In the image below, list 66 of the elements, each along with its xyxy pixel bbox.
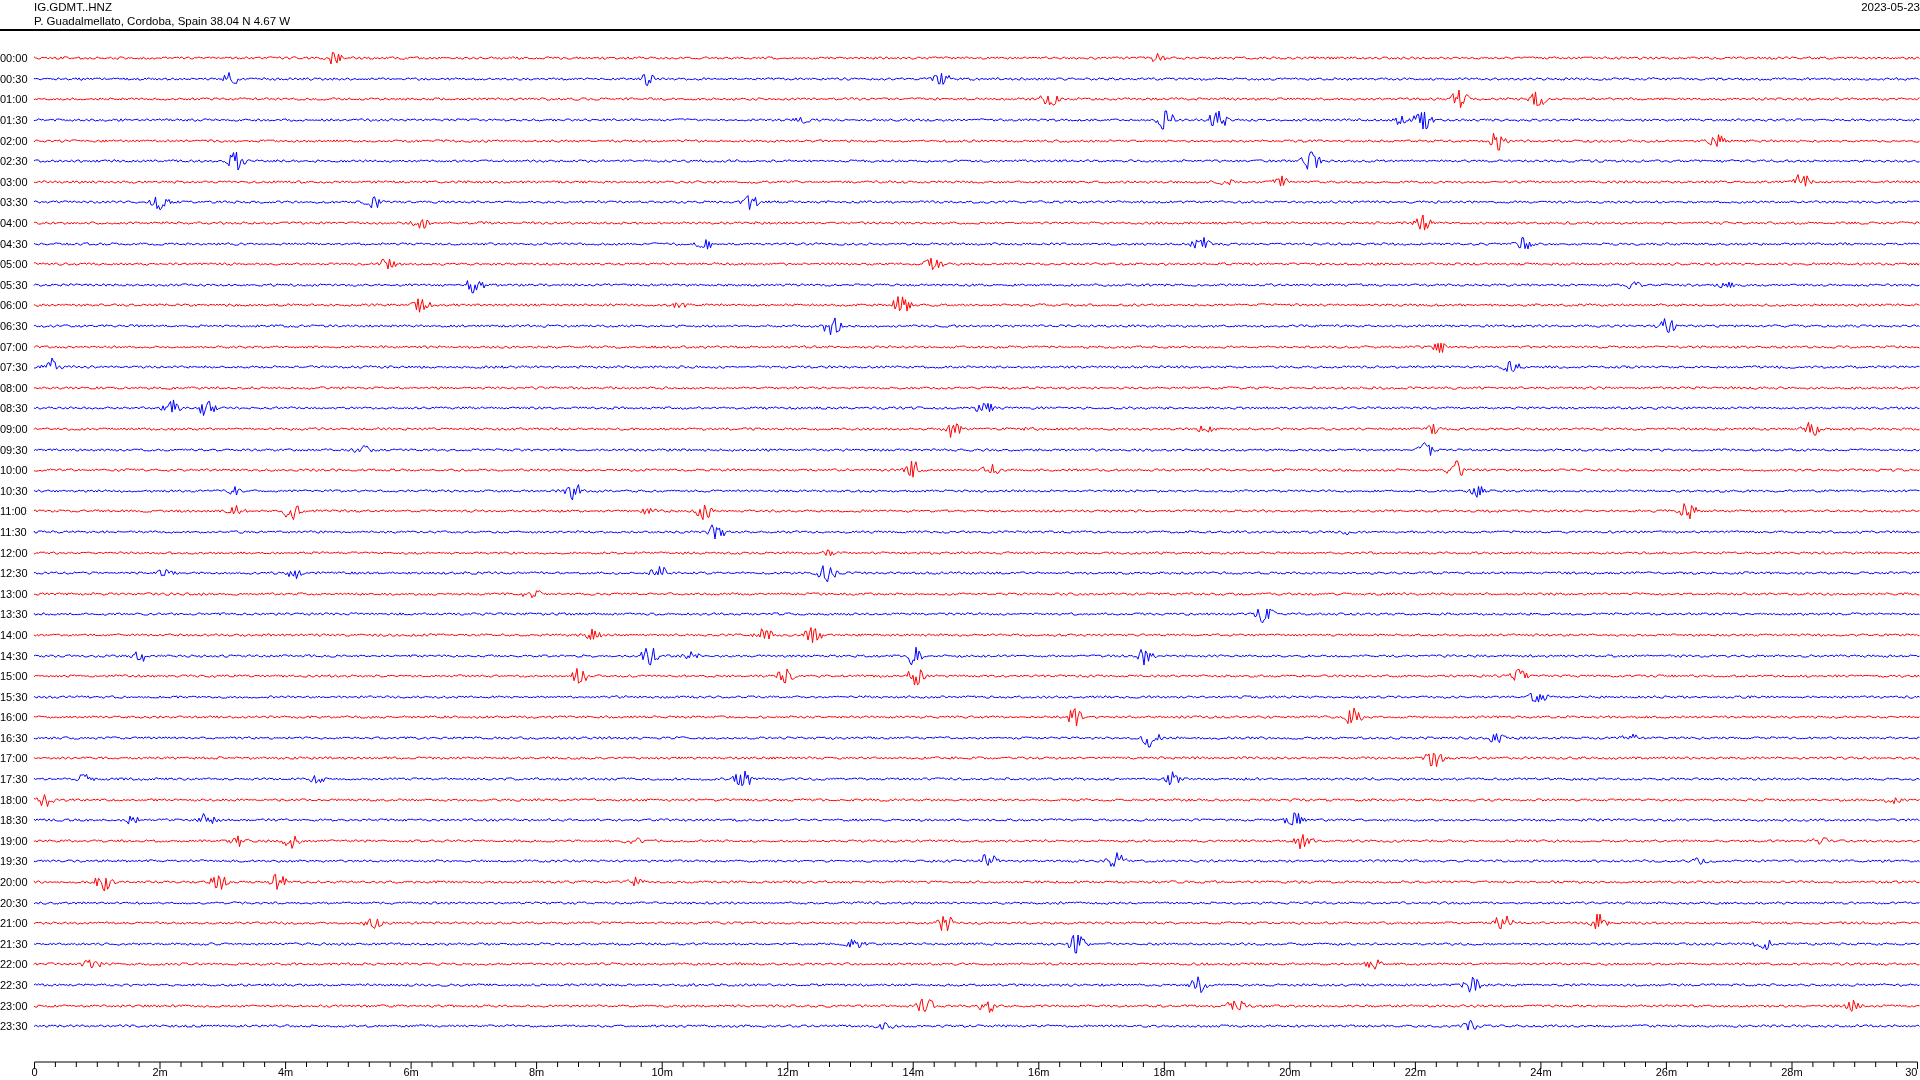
hour-label: 11:00 (0, 505, 28, 518)
hour-label: 08:00 (0, 381, 29, 394)
hour-label: 20:30 (0, 896, 29, 909)
hour-label: 09:30 (0, 443, 29, 456)
tick-label: 30 (1905, 1065, 1918, 1078)
hour-label: 21:30 (0, 937, 29, 950)
hour-label: 21:00 (0, 917, 29, 930)
hour-label: 18:30 (0, 814, 29, 827)
hour-label: 10:30 (0, 484, 29, 497)
tick-label: 16m (1028, 1065, 1050, 1078)
tick-label: 6m (403, 1065, 419, 1078)
hour-label: 06:00 (0, 299, 29, 312)
hour-label: 04:30 (0, 237, 29, 250)
tick-label: 8m (529, 1065, 545, 1078)
date-label: 2023-05-23 (1861, 0, 1920, 15)
hour-label: 07:00 (0, 340, 29, 353)
hour-label: 18:00 (0, 793, 29, 806)
tick-label: 22m (1404, 1065, 1427, 1078)
tick-label: 20m (1279, 1065, 1301, 1078)
hour-label: 14:00 (0, 628, 29, 641)
tick-label: 2m (152, 1065, 168, 1078)
hour-label: 09:00 (0, 423, 29, 435)
hour-label: 17:30 (0, 773, 29, 786)
hour-label: 06:30 (0, 320, 29, 332)
hour-label: 13:00 (0, 587, 29, 600)
hour-label: 05:00 (0, 258, 29, 271)
hour-label: 12:00 (0, 546, 29, 559)
hour-label: 19:00 (0, 834, 29, 847)
hour-label: 19:30 (0, 855, 29, 868)
tick-label: 14m (902, 1065, 924, 1078)
hour-label: 16:00 (0, 711, 29, 724)
tick-label: 28m (1781, 1065, 1803, 1078)
hour-label: 10:00 (0, 464, 29, 477)
hour-label: 00:00 (0, 52, 29, 65)
hour-label: 23:30 (0, 1020, 29, 1033)
tick-label: 24m (1530, 1065, 1552, 1078)
hour-label: 17:00 (0, 752, 29, 765)
hour-label: 13:30 (0, 608, 29, 621)
tick-label: 4m (277, 1065, 294, 1078)
hour-label: 07:30 (0, 361, 29, 374)
station-location: P. Guadalmellato, Cordoba, Spain 38.04 N 4.67 W (34, 14, 291, 28)
hour-label: 16:30 (0, 731, 29, 744)
hour-label: 00:30 (0, 72, 29, 85)
tick-label: 26m (1655, 1065, 1678, 1078)
station-code: IG.GDMT..HNZ (34, 0, 113, 14)
hour-label: 08:30 (0, 402, 29, 415)
hour-label: 03:00 (0, 175, 29, 188)
hour-label: 22:30 (0, 979, 29, 991)
hour-label: 01:30 (0, 114, 29, 127)
hour-label: 15:00 (0, 670, 29, 683)
tick-label: 18m (1153, 1065, 1175, 1078)
hour-label: 01:00 (0, 93, 29, 106)
hour-label: 22:00 (0, 958, 29, 971)
hour-label: 15:30 (0, 690, 29, 703)
tick-label: 10m (651, 1065, 673, 1078)
hour-label: 05:30 (0, 278, 29, 291)
hour-label: 20:00 (0, 876, 29, 889)
hour-label: 03:30 (0, 196, 29, 209)
tick-label: 12m (777, 1065, 799, 1078)
hour-label: 04:00 (0, 217, 29, 230)
hour-label: 11:30 (0, 525, 28, 538)
hour-label: 12:30 (0, 567, 29, 580)
hour-label: 02:00 (0, 134, 29, 147)
hour-label: 23:00 (0, 999, 29, 1012)
hour-label: 02:30 (0, 155, 29, 168)
hour-label: 14:30 (0, 649, 29, 662)
